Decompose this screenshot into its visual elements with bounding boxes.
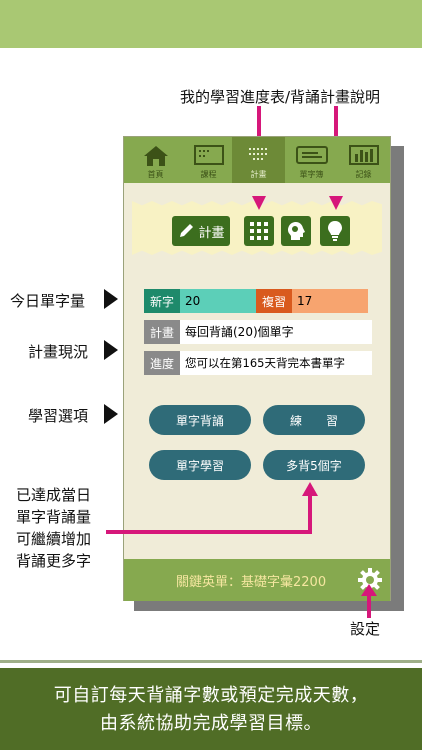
records-icon [348,145,379,165]
tab-home[interactable]: 首頁 [129,137,182,183]
tab-label: 記錄 [355,170,372,179]
tab-label: 計畫 [250,170,267,179]
memorize-button[interactable]: 單字背誦 [149,405,251,435]
tab-label: 課程 [200,170,217,179]
progress-value: 您可以在第165天背完本書單字 [180,351,372,375]
new-words-label: 新字 [144,289,180,313]
callout-progress-chart: 我的學習進度表/背誦計畫說明 [180,88,381,106]
plan-button[interactable]: 計畫 [172,216,230,246]
tab-label: 單字簿 [299,170,324,179]
pointer-arrow-icon [104,289,118,309]
review-words-label: 複習 [256,289,292,313]
grid-icon [250,222,268,240]
lightbulb-icon [328,221,342,241]
caption-line: 可自訂每天背誦字數或預定完成天數， [53,685,369,706]
more-words-button[interactable]: 多背5個字 [263,450,365,480]
study-profile-button[interactable] [281,216,311,246]
tab-wordbook[interactable]: 單字簿 [285,137,338,183]
bonus-line: 背誦更多字 [16,552,92,570]
plan-button-label: 計畫 [198,225,225,241]
pointer-arrow-icon [104,340,118,360]
caption: 可自訂每天背誦字數或預定完成天數， 由系統協助完成學習目標。 [0,682,422,738]
callout-plan-status: 計畫現況 [28,343,89,361]
lessons-icon [193,145,224,165]
word-count-row: 新字 20 複習 17 [144,289,372,313]
callout-bonus: 已達成當日 單字背誦量 可繼續增加 背誦更多字 [16,484,91,572]
callout-today-words: 今日單字量 [10,292,86,310]
plan-label: 計畫 [144,320,180,344]
plan-row: 計畫 每回背誦(20)個單字 [144,320,372,344]
footer-bar: 關鍵英單：基礎字彙2200 [124,559,390,601]
bonus-arrowhead [302,482,318,496]
learn-button[interactable]: 單字學習 [149,450,251,480]
progress-row: 進度 您可以在第165天背完本書單字 [144,351,372,375]
arrowheads-top [252,196,343,210]
settings-arrowhead [361,584,377,618]
callout-study-options: 學習選項 [28,407,89,425]
tab-label: 首頁 [147,170,164,179]
bonus-line: 可繼續增加 [16,530,92,548]
tab-records[interactable]: 記錄 [337,137,390,183]
pointer-arrow-icon [104,404,118,424]
bonus-line-h [106,530,312,534]
head-icon [288,222,305,240]
tab-bar: 首頁 課程 計畫 單字簿 記錄 [124,137,390,183]
pencil-icon [180,224,194,237]
bonus-line: 已達成當日 [16,486,92,504]
bonus-line-v [308,494,312,534]
tab-plan[interactable]: 計畫 [232,137,285,183]
wordbook-icon [295,146,328,164]
home-icon [143,146,168,166]
header-bar [0,0,422,48]
tab-lessons[interactable]: 課程 [182,137,235,183]
book-title: 關鍵英單：基礎字彙2200 [176,575,327,590]
practice-button[interactable]: 練 習 [263,405,365,435]
progress-table-button[interactable] [244,216,274,246]
progress-label: 進度 [144,351,180,375]
plan-value: 每回背誦(20)個單字 [180,320,372,344]
caption-line: 由系統協助完成學習目標。 [100,713,322,734]
plan-icon [248,148,267,160]
plan-help-button[interactable] [320,216,350,246]
callout-settings: 設定 [350,620,381,638]
new-words-value: 20 [180,289,256,313]
review-words-value: 17 [292,289,368,313]
bonus-line: 單字背誦量 [16,508,92,526]
